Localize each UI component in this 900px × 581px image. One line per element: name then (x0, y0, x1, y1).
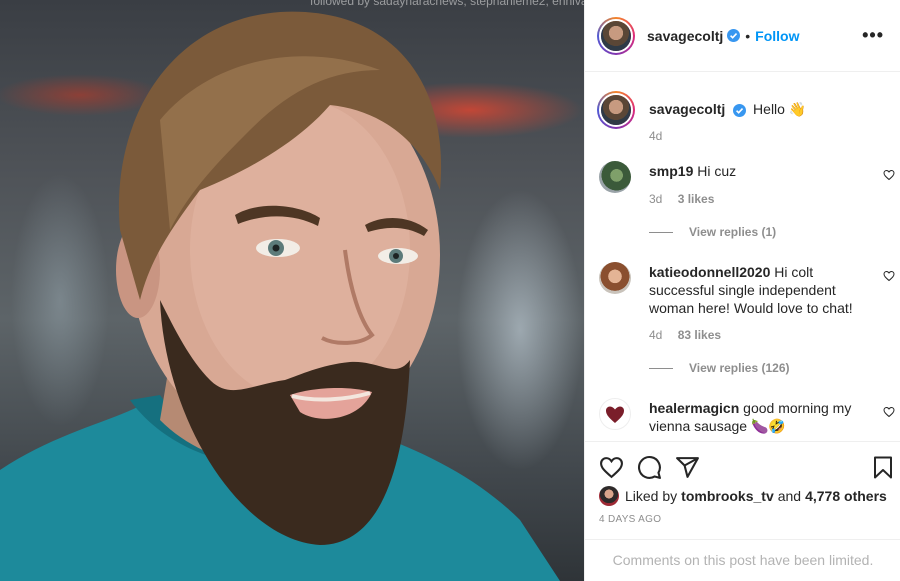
like-comment-heart-icon[interactable] (883, 169, 895, 181)
verified-badge-icon (727, 29, 741, 42)
header-separator: • (745, 27, 751, 44)
comment-text: Hi cuz (697, 163, 737, 179)
like-comment-heart-icon[interactable] (883, 406, 895, 418)
post-photo[interactable]: followed by sadaynaracnews, stephanieme2… (0, 0, 584, 581)
view-replies-label: View replies (126) (689, 361, 790, 375)
verified-badge-icon (733, 103, 747, 117)
post-date[interactable]: 4 DAYS AGO (599, 514, 661, 525)
like-heart-icon[interactable] (599, 455, 624, 480)
photo-caption-overlay: followed by sadaynaracnews, stephanieme2… (310, 0, 584, 8)
liked-by-and: and (777, 488, 802, 504)
more-options-icon[interactable]: ••• (862, 25, 884, 46)
author-username[interactable]: savagecoltj (647, 28, 723, 44)
liked-by-others-link[interactable]: 4,778 others (805, 488, 887, 504)
action-bar (599, 455, 895, 481)
instagram-post-view: followed by sadaynaracnews, stephanieme2… (0, 0, 900, 581)
view-replies-button[interactable]: View replies (1) (649, 225, 776, 239)
comment-likes[interactable]: 3 likes (678, 192, 715, 206)
comments-list[interactable]: savagecoltj Hello 👋 4d smp19 Hi cuz 3d 3… (585, 73, 900, 441)
comment-username[interactable]: smp19 (649, 163, 693, 179)
save-bookmark-icon[interactable] (871, 455, 895, 480)
caption-username[interactable]: savagecoltj (649, 101, 725, 117)
liked-by-prefix: Liked by (625, 488, 678, 504)
like-comment-heart-icon[interactable] (883, 270, 895, 282)
liker-avatar[interactable] (599, 486, 619, 506)
post-details-panel: savagecoltj • Follow ••• savagecoltj Hel… (584, 0, 900, 581)
share-send-icon[interactable] (675, 455, 700, 480)
comment-time[interactable]: 4d (649, 328, 662, 342)
view-replies-button[interactable]: View replies (126) (649, 361, 790, 375)
comment-bubble-icon[interactable] (637, 455, 662, 480)
author-avatar[interactable] (597, 16, 635, 55)
comment-item: smp19 Hi cuz 3d 3 likes View replies (1) (599, 161, 899, 241)
follow-button[interactable]: Follow (755, 28, 799, 44)
commenter-avatar[interactable] (599, 262, 631, 294)
post-actions-section: Liked by tombrooks_tv and 4,778 others 4… (585, 441, 900, 568)
caption-time[interactable]: 4d (649, 129, 662, 143)
view-replies-label: View replies (1) (689, 225, 777, 239)
commenter-avatar[interactable] (599, 398, 631, 430)
portrait-illustration (0, 11, 560, 581)
comment-username[interactable]: katieodonnell2020 (649, 264, 770, 280)
comments-limited-notice: Comments on this post have been limited. (585, 539, 900, 581)
post-header: savagecoltj • Follow ••• (585, 0, 900, 72)
comment-username[interactable]: healermagicn (649, 400, 739, 416)
caption-avatar[interactable] (597, 91, 635, 129)
commenter-avatar[interactable] (599, 161, 631, 193)
comment-item: healermagicn good morning my vienna saus… (599, 398, 899, 441)
comment-item: katieodonnell2020 Hi colt successful sin… (599, 262, 899, 382)
liked-by-summary: Liked by tombrooks_tv and 4,778 others (599, 486, 887, 506)
comment-time[interactable]: 3d (649, 192, 662, 206)
caption-text: Hello 👋 (753, 101, 807, 117)
comment-likes[interactable]: 83 likes (678, 328, 721, 342)
liked-by-user-link[interactable]: tombrooks_tv (681, 488, 774, 504)
